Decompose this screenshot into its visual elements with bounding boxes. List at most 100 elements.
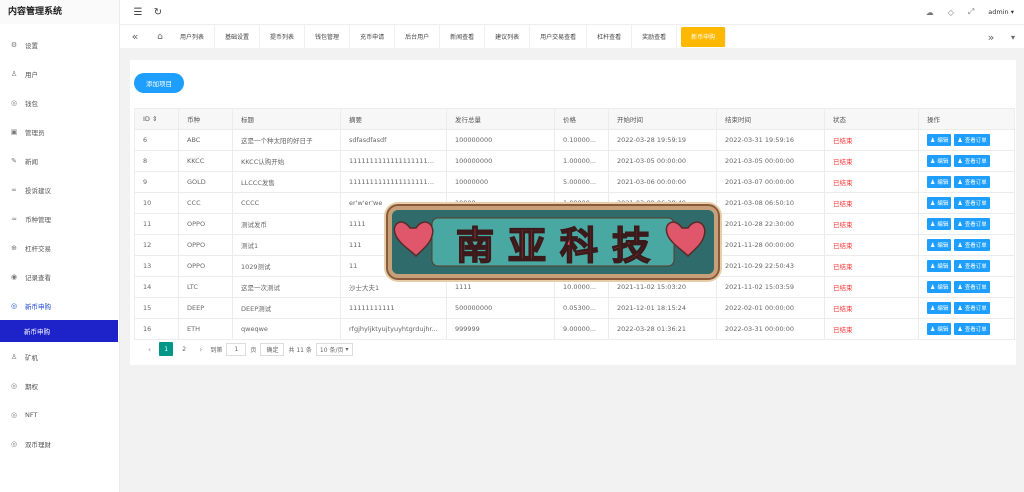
column-header-id[interactable]: ID ⇕: [134, 108, 179, 130]
user-icon: ♟: [957, 157, 963, 165]
top-right-tools: ☁ ◇ ⤢ admin ▾: [926, 0, 1014, 24]
user-menu[interactable]: admin ▾: [988, 8, 1014, 16]
sidebar-item-wallet[interactable]: ◎ 钱包: [0, 88, 120, 117]
record-icon: ◉: [10, 272, 18, 281]
cell-actions: ♟ 编辑 ♟ 查看订单: [918, 192, 1015, 214]
page-size-select[interactable]: 10 条/页 ▾: [315, 342, 353, 356]
tab-user-trades[interactable]: 用户交易查看: [530, 24, 588, 49]
sidebar-item-nft[interactable]: ◎ NFT: [0, 400, 120, 429]
cell-start-time: 2022-03-28 01:36:21: [608, 318, 717, 340]
cell-coin: ETH: [178, 318, 233, 340]
cell-end-time: 2022-03-31 00:00:00: [716, 318, 825, 340]
edit-button[interactable]: ♟ 编辑: [927, 302, 952, 314]
view-orders-button[interactable]: ♟ 查看订单: [954, 260, 990, 272]
sidebar-item-dual-finance[interactable]: ◎ 双币理财: [0, 429, 120, 458]
view-orders-button[interactable]: ♟ 查看订单: [954, 281, 990, 293]
cell-coin: OPPO: [178, 255, 233, 277]
tabs-scroll-right-icon[interactable]: »: [980, 25, 1002, 49]
view-orders-button[interactable]: ♟ 查看订单: [954, 323, 990, 335]
tab-rewards-view[interactable]: 奖励查看: [632, 24, 678, 49]
sidebar-item-leverage[interactable]: ⊕ 杠杆交易: [0, 233, 120, 262]
theme-icon[interactable]: ☁: [926, 8, 934, 17]
edit-button[interactable]: ♟ 编辑: [927, 155, 952, 167]
sidebar-item-feedback[interactable]: ∞ 投诉建议: [0, 175, 120, 204]
sidebar-item-miner[interactable]: ♙ 矿机: [0, 342, 120, 371]
view-orders-button[interactable]: ♟ 查看订单: [954, 134, 990, 146]
edit-button[interactable]: ♟ 编辑: [927, 260, 952, 272]
home-icon[interactable]: ⌂: [150, 25, 170, 49]
edit-button[interactable]: ♟ 编辑: [927, 239, 952, 251]
sidebar-subitem-new-coin-subscription[interactable]: 新币申购: [0, 320, 118, 342]
cell-total-supply: 999999: [446, 318, 555, 340]
tab-news-view[interactable]: 新闻查看: [440, 24, 486, 49]
goto-confirm-button[interactable]: 确定: [260, 342, 285, 356]
tab-admin-users[interactable]: 后台用户: [395, 24, 441, 49]
edit-button[interactable]: ♟ 编辑: [927, 323, 952, 335]
user-icon: ♟: [930, 262, 936, 270]
view-orders-button[interactable]: ♟ 查看订单: [954, 239, 990, 251]
sidebar-item-label: 钱包: [25, 99, 38, 108]
view-orders-button[interactable]: ♟ 查看订单: [954, 176, 990, 188]
sidebar-item-admin[interactable]: ▣ 管理员: [0, 117, 120, 146]
fullscreen-icon[interactable]: ⤢: [968, 7, 974, 17]
prev-page-icon[interactable]: ‹: [144, 345, 155, 354]
tab-leverage-view[interactable]: 杠杆查看: [587, 24, 633, 49]
sidebar-item-new-coin[interactable]: ◎ 新币申购: [0, 291, 120, 320]
edit-button[interactable]: ♟ 编辑: [927, 281, 952, 293]
view-orders-button[interactable]: ♟ 查看订单: [954, 218, 990, 230]
cell-actions: ♟ 编辑 ♟ 查看订单: [918, 150, 1015, 172]
cell-status: 已结束: [824, 318, 919, 340]
cell-summary: sdfasdfasdf: [340, 129, 447, 151]
tab-withdraw-list[interactable]: 提币列表: [260, 24, 306, 49]
user-icon: ♟: [957, 304, 963, 312]
sidebar-item-options[interactable]: ◎ 期权: [0, 371, 120, 400]
view-orders-button[interactable]: ♟ 查看订单: [954, 302, 990, 314]
cell-price: 10.0000...: [554, 276, 609, 298]
add-project-button[interactable]: 添加项目: [134, 73, 184, 93]
cell-title: qweqwe: [232, 318, 341, 340]
sidebar-item-records[interactable]: ◉ 记录查看: [0, 262, 120, 291]
cell-coin: DEEP: [178, 297, 233, 319]
edit-button[interactable]: ♟ 编辑: [927, 218, 952, 230]
tab-basic-settings[interactable]: 基础设置: [215, 24, 261, 49]
cell-summary: 1111111111111111111111...: [340, 171, 447, 193]
next-page-icon[interactable]: ›: [195, 345, 206, 354]
sidebar-item-coins[interactable]: ≈ 币种管理: [0, 204, 120, 233]
sort-icon[interactable]: ⇕: [152, 115, 157, 123]
table-row: 14 LTC 这是一次测试 沙士大夫1 1111 10.0000... 2021-11-02…: [134, 276, 1015, 298]
cell-title: LLCCC发售: [232, 171, 341, 193]
cell-coin: OPPO: [178, 234, 233, 256]
menu-toggle-icon[interactable]: ☰: [128, 0, 148, 24]
refresh-icon[interactable]: ↻: [148, 0, 168, 24]
sidebar-item-news[interactable]: ✎ 新闻: [0, 146, 120, 175]
sidebar-item-users[interactable]: ♙ 用户: [0, 59, 120, 88]
tag-icon[interactable]: ◇: [948, 8, 954, 17]
page-number[interactable]: 2: [177, 342, 191, 356]
view-orders-button[interactable]: ♟ 查看订单: [954, 197, 990, 209]
goto-page-input[interactable]: 1: [226, 342, 247, 356]
cell-status: 已结束: [824, 234, 919, 256]
tab-deposit-requests[interactable]: 充币申请: [350, 24, 396, 49]
view-orders-button[interactable]: ♟ 查看订单: [954, 155, 990, 167]
edit-button[interactable]: ♟ 编辑: [927, 134, 952, 146]
table-row: 8 KKCC KKCC认购开始 1111111111111111111111... 10…: [134, 150, 1015, 172]
tab-user-list[interactable]: 用户列表: [170, 24, 216, 49]
sidebar-item-settings[interactable]: ⚙ 设置: [0, 30, 120, 59]
table-header-row: ID ⇕ 币种 标题 摘要 发行总量 价格 开始时间 结束时间 状态 操作: [134, 108, 1015, 130]
wifi-icon: ≈: [11, 214, 17, 223]
tab-wallet-management[interactable]: 钱包管理: [305, 24, 351, 49]
sidebar-item-label: 杠杆交易: [25, 244, 51, 253]
edit-button[interactable]: ♟ 编辑: [927, 197, 952, 209]
lever-icon: ⊕: [11, 243, 17, 252]
cell-title: CCCC: [232, 192, 341, 214]
page-number-current[interactable]: 1: [159, 342, 174, 356]
user-icon: ♟: [930, 220, 936, 228]
tab-new-coin-subscription[interactable]: 新币申购: [681, 26, 727, 47]
tabs-menu-icon[interactable]: ▾: [1002, 25, 1024, 49]
user-icon: ♟: [957, 136, 963, 144]
tabs-scroll-left-icon[interactable]: «: [120, 25, 150, 49]
cell-total-supply: 100000000: [446, 150, 555, 172]
edit-button[interactable]: ♟ 编辑: [927, 176, 952, 188]
tab-suggestion-list[interactable]: 建议列表: [485, 24, 531, 49]
tabs-right-controls: » ▾: [980, 25, 1024, 49]
